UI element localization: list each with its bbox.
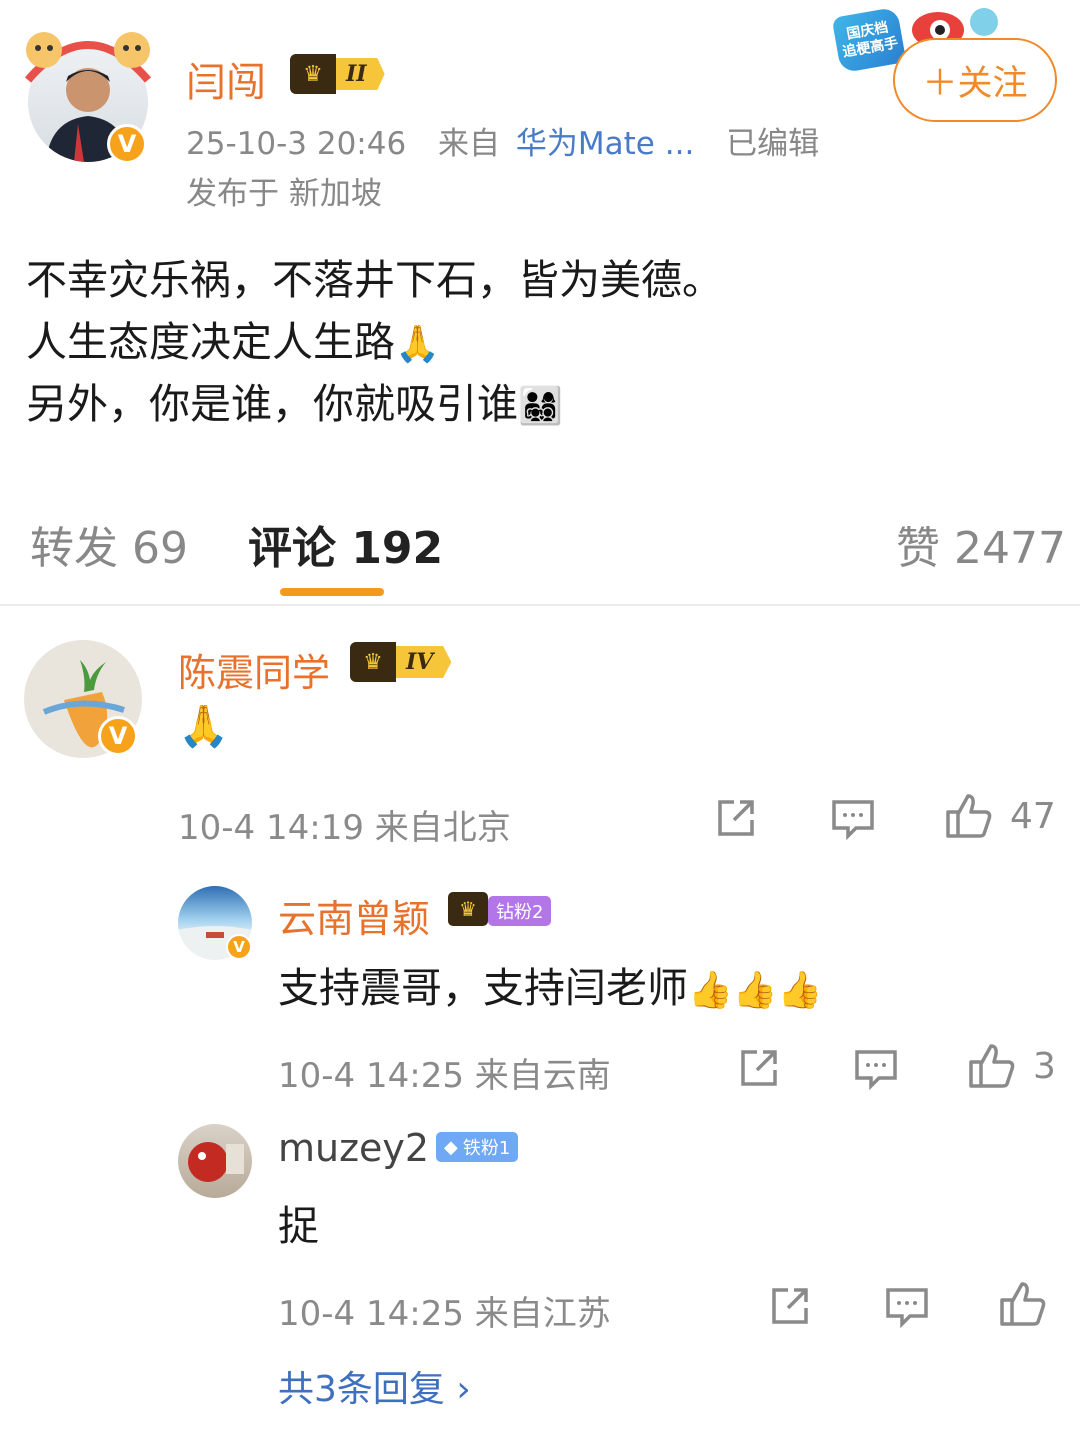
tab-likes[interactable]: 赞 2477 bbox=[896, 512, 1066, 576]
crown-icon: ♛ bbox=[350, 642, 396, 682]
verified-icon: V bbox=[107, 124, 147, 164]
crown-icon: ♛ bbox=[290, 54, 336, 94]
member-level-badge[interactable]: ♛ II bbox=[290, 54, 385, 94]
active-tab-indicator bbox=[280, 588, 384, 596]
comment-icon bbox=[886, 1288, 928, 1328]
member-level-label: II bbox=[336, 58, 385, 90]
tab-repost[interactable]: 转发 69 bbox=[30, 512, 188, 576]
reply-button[interactable] bbox=[830, 796, 876, 840]
post-text-line-2: 人生态度决定人生路🙏 bbox=[26, 318, 440, 366]
fan-level-badge[interactable]: 钻粉2 bbox=[488, 896, 552, 926]
reply-text: 支持震哥，支持闫老师👍👍👍 bbox=[278, 964, 823, 1012]
like-button[interactable] bbox=[998, 1280, 1048, 1328]
like-button[interactable]: 3 bbox=[967, 1042, 1056, 1090]
like-count: 47 bbox=[1010, 795, 1056, 837]
post-text-line-3: 另外，你是谁，你就吸引谁👨‍👩‍👧‍👦 bbox=[26, 380, 563, 428]
fan-level-badge[interactable]: ◆ 铁粉1 bbox=[436, 1132, 519, 1162]
replier-name[interactable]: muzey2 bbox=[278, 1126, 429, 1170]
member-level-badge[interactable]: ♛ IV bbox=[350, 642, 452, 682]
post-text-line-1: 不幸灾乐祸，不落井下石，皆为美德。 bbox=[26, 256, 723, 304]
thumbs-up-icon bbox=[946, 794, 992, 838]
follow-button[interactable]: ＋关注 bbox=[893, 38, 1057, 122]
share-icon bbox=[718, 800, 754, 836]
reply-button[interactable] bbox=[853, 1046, 899, 1090]
diamond-icon: ◆ bbox=[444, 1136, 458, 1158]
view-more-replies-link[interactable]: 共3条回复 › bbox=[278, 1360, 471, 1412]
replier-name[interactable]: 云南曾颖 bbox=[278, 888, 430, 943]
family-icon: 👨‍👩‍👧‍👦 bbox=[518, 386, 563, 427]
crown-icon: ♛ bbox=[448, 892, 488, 926]
post-meta: 25-10-3 20:46 来自 华为Mate ... 已编辑 bbox=[186, 118, 819, 163]
verified-icon: V bbox=[226, 934, 252, 960]
reply-meta: 10-4 14:25 来自江苏 bbox=[278, 1294, 611, 1334]
share-button[interactable] bbox=[714, 796, 758, 840]
share-icon bbox=[741, 1050, 777, 1086]
share-button[interactable] bbox=[768, 1284, 812, 1328]
verified-icon: V bbox=[98, 716, 138, 756]
thumbs-up-icon bbox=[969, 1044, 1015, 1088]
post-date: 25-10-3 20:46 bbox=[186, 126, 407, 162]
post-edited[interactable]: 已编辑 bbox=[726, 126, 819, 162]
like-count: 3 bbox=[1033, 1045, 1056, 1087]
reply-meta: 10-4 14:25 来自云南 bbox=[278, 1056, 611, 1096]
post-device-link[interactable]: 华为Mate ... bbox=[516, 126, 694, 162]
like-button[interactable]: 47 bbox=[944, 792, 1056, 840]
author-name[interactable]: 闫闯 bbox=[186, 50, 266, 108]
comment-text: 🙏 bbox=[178, 702, 230, 750]
comment-icon bbox=[855, 1050, 897, 1090]
commenter-name[interactable]: 陈震同学 bbox=[178, 642, 330, 697]
post-location: 发布于 新加坡 bbox=[186, 176, 382, 212]
post-from: 来自 bbox=[438, 126, 501, 162]
avatar-frame-decoration bbox=[24, 32, 152, 83]
share-icon bbox=[772, 1288, 808, 1324]
thumbs-up-icon bbox=[1000, 1282, 1046, 1326]
member-level-label: IV bbox=[396, 646, 452, 678]
red-character-avatar-image bbox=[188, 1142, 244, 1182]
thumbs-up-emoji: 👍👍👍 bbox=[688, 970, 823, 1011]
pray-icon: 🙏 bbox=[395, 324, 440, 365]
share-button[interactable] bbox=[737, 1046, 781, 1090]
tab-comments[interactable]: 评论 192 bbox=[248, 512, 443, 576]
reply-button[interactable] bbox=[884, 1284, 930, 1328]
replier-avatar[interactable] bbox=[178, 1124, 252, 1198]
tabs-divider bbox=[0, 604, 1080, 606]
comment-meta: 10-4 14:19 来自北京 bbox=[178, 808, 511, 848]
reply-text: 捉 bbox=[278, 1202, 319, 1250]
comment-icon bbox=[832, 800, 874, 840]
